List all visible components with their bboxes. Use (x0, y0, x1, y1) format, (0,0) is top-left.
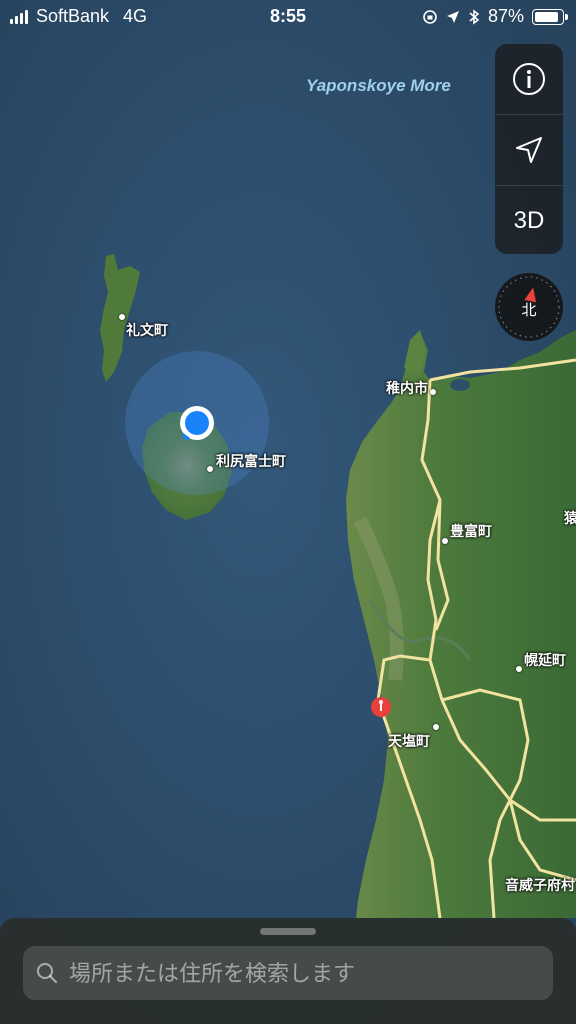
battery-icon (532, 8, 568, 25)
satellite-map[interactable] (0, 0, 576, 1024)
info-icon (513, 63, 545, 95)
search-sheet[interactable] (0, 918, 576, 1024)
hokkaido-mainland (346, 330, 576, 918)
user-location-dot[interactable] (185, 411, 209, 435)
place-dot (433, 724, 439, 730)
battery-percent: 87% (487, 6, 524, 26)
place-label-rishirifuji[interactable]: 利尻富士町 (216, 451, 286, 471)
compass-button[interactable]: 北 (495, 273, 563, 341)
place-label-teshio[interactable]: 天塩町 (388, 731, 430, 751)
place-dot (119, 314, 125, 320)
search-input[interactable] (67, 946, 541, 1002)
place-dot (207, 466, 213, 472)
rotation-lock-icon (423, 9, 437, 24)
place-dot (430, 389, 436, 395)
place-label-horonobe[interactable]: 幌延町 (524, 650, 566, 670)
sheet-grabber[interactable] (260, 928, 316, 935)
3d-label: 3D (513, 207, 545, 234)
place-label-wakkanai[interactable]: 稚内市 (386, 378, 428, 398)
search-icon (37, 963, 58, 984)
location-arrow-icon (516, 137, 542, 163)
place-label-edge[interactable]: 猿 (564, 508, 576, 528)
info-button[interactable] (495, 44, 563, 115)
3d-button[interactable]: 3D (495, 186, 563, 254)
map-controls-panel: 3D (495, 44, 563, 254)
lake (450, 379, 470, 391)
place-label-toyotomi[interactable]: 豊富町 (450, 521, 492, 541)
place-dot (442, 538, 448, 544)
place-dot (516, 666, 522, 672)
ocean-label: Yaponskoye More (306, 76, 451, 95)
place-label-rebun[interactable]: 礼文町 (126, 320, 168, 340)
status-bar: SoftBank 4G 8:55 87% (0, 0, 576, 34)
map-pin[interactable] (371, 697, 391, 717)
search-bar[interactable] (23, 946, 553, 1002)
current-location-button[interactable] (495, 115, 563, 186)
compass-north-label: 北 (521, 302, 537, 319)
location-services-icon (446, 10, 459, 23)
place-label-otoineppu[interactable]: 音威子府村 (505, 875, 575, 895)
bluetooth-icon (469, 8, 480, 25)
